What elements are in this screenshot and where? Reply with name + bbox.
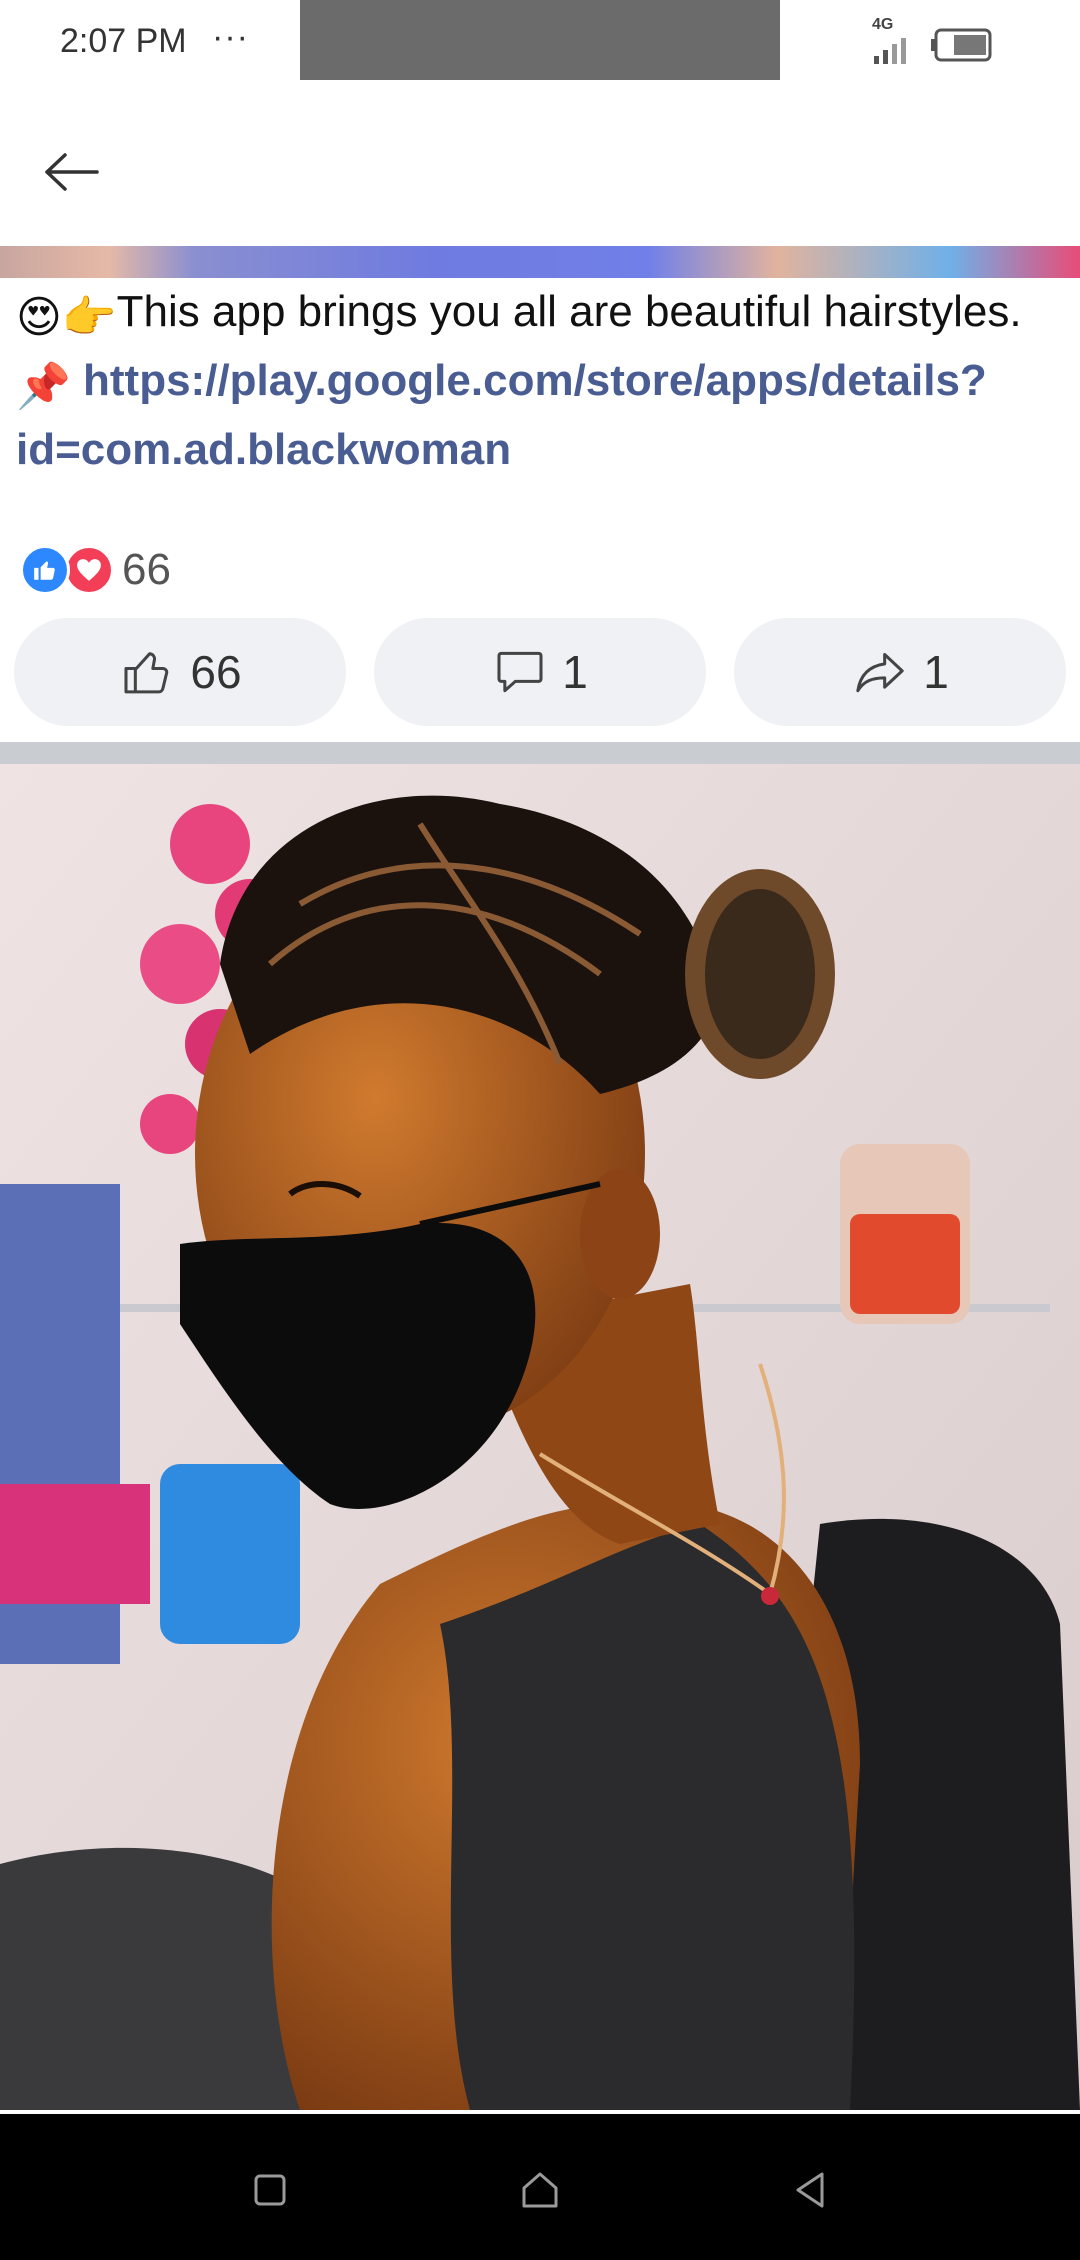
share-button[interactable]: 1	[734, 618, 1066, 726]
post-link[interactable]: https://play.google.com/store/apps/detai…	[16, 356, 987, 474]
arrow-left-icon	[45, 153, 99, 191]
status-redaction-block	[300, 0, 780, 80]
network-type-label: 4G	[872, 16, 894, 33]
recent-apps-button[interactable]	[230, 2150, 310, 2230]
post-text: 😍👉This app brings you all are beautiful …	[16, 280, 1066, 481]
status-time: 2:07 PM	[60, 22, 187, 60]
comment-count: 1	[562, 646, 588, 698]
post-message: This app brings you all are beautiful ha…	[116, 287, 1022, 336]
back-nav-button[interactable]	[770, 2150, 850, 2230]
previous-photo-strip	[0, 246, 1080, 278]
heart-eyes-emoji: 😍	[16, 293, 62, 342]
back-button[interactable]	[36, 142, 106, 202]
pointing-right-emoji: 👉	[61, 293, 117, 342]
comment-button[interactable]: 1	[374, 618, 706, 726]
status-bar: 2:07 PM ··· 4G	[0, 0, 1080, 88]
pushpin-emoji: 📌	[16, 362, 71, 411]
share-count: 1	[923, 646, 949, 698]
post-divider	[0, 742, 1080, 764]
home-icon	[522, 2172, 558, 2208]
battery-icon	[931, 28, 992, 62]
like-button[interactable]: 66	[14, 618, 346, 726]
like-count: 66	[190, 646, 242, 698]
love-reaction-icon	[64, 545, 114, 595]
triangle-back-icon	[796, 2172, 824, 2208]
comment-icon	[497, 651, 543, 693]
signal-icon	[874, 38, 906, 64]
share-icon	[856, 652, 904, 693]
top-app-bar	[0, 88, 1080, 246]
hairstyle-photo	[0, 764, 1080, 2110]
like-reaction-icon	[20, 545, 70, 595]
post-photo[interactable]	[0, 764, 1080, 2110]
reaction-count: 66	[122, 545, 171, 594]
reactions-summary[interactable]: 66	[20, 542, 171, 598]
system-nav-bar	[0, 2114, 1080, 2260]
thumbs-up-icon	[124, 652, 169, 694]
square-icon	[254, 2174, 286, 2206]
home-button[interactable]	[500, 2150, 580, 2230]
notification-dots: ···	[212, 18, 249, 56]
